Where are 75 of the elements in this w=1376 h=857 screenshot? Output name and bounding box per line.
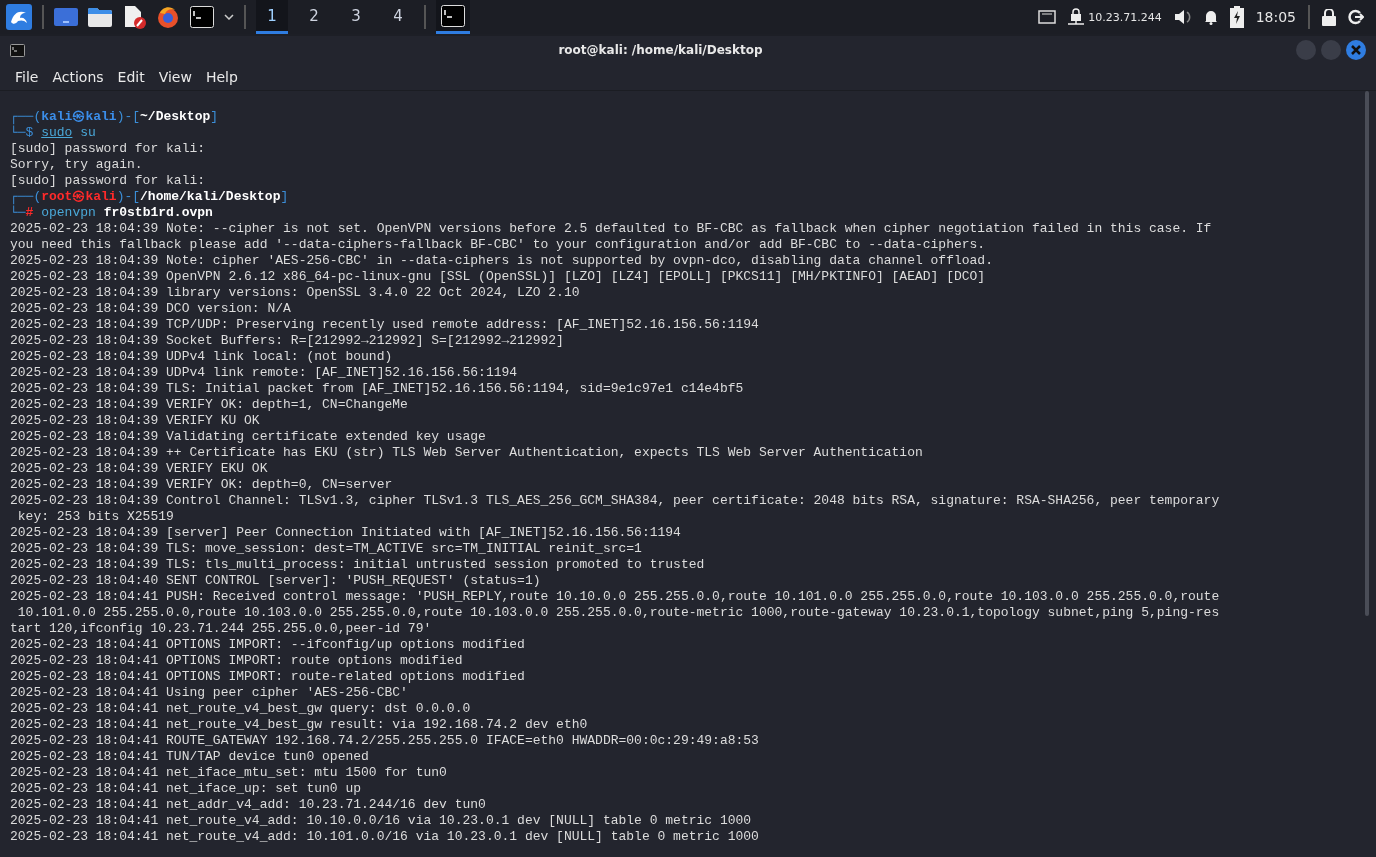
terminal-line: 2025-02-23 18:04:39 ++ Certificate has EKU (str) TLS Web Server Authentication, expects TLS Web Server Authentication <box>10 445 924 461</box>
terminal-line: 2025-02-23 18:04:39 UDPv4 link remote: [AF_INET]52.16.156.56:1194 <box>10 365 519 381</box>
terminal-line: tart 120,ifconfig 10.23.71.244 255.255.0.0,peer-id 79' <box>10 621 433 637</box>
terminal-line: 2025-02-23 18:04:41 OPTIONS IMPORT: route-related options modified <box>10 669 526 685</box>
menu-item[interactable]: Actions <box>45 69 111 85</box>
terminal-line: [sudo] password for kali: <box>10 141 207 157</box>
terminal-line: 10.101.0.0 255.255.0.0,route 10.103.0.0 255.255.0.0,route 10.103.0.0 255.255.0.0,route-metric 1000,route-gateway 10.23.0.1,topology subnet,ping 5,ping-res <box>16 605 1221 621</box>
terminal-line: 2025-02-23 18:04:40 SENT CONTROL [server]: 'PUSH_REQUEST' (status=1) <box>10 573 542 589</box>
terminal-line: 2025-02-23 18:04:41 net_addr_v4_add: 10.23.71.244/16 dev tun0 <box>10 797 487 813</box>
text-editor-icon[interactable] <box>122 5 146 29</box>
terminal-line: 2025-02-23 18:04:39 TCP/UDP: Preserving recently used remote address: [AF_INET]52.16.156.56:1194 <box>10 317 760 333</box>
terminal-line: 2025-02-23 18:04:41 TUN/TAP device tun0 opened <box>10 749 370 765</box>
terminal-line: 2025-02-23 18:04:39 Note: cipher 'AES-256-CBC' in --data-ciphers is not supported by ovpn-dco, disabling data channel offload. <box>10 253 994 269</box>
speaker-icon[interactable] <box>1173 9 1192 25</box>
terminal-line: 2025-02-23 18:04:39 library versions: OpenSSL 3.4.0 22 Oct 2024, LZO 2.10 <box>10 285 581 301</box>
terminal-line: 2025-02-23 18:04:39 [server] Peer Connection Initiated with [AF_INET]52.16.156.56:1194 <box>10 525 682 541</box>
close-button[interactable] <box>1346 40 1366 60</box>
terminal-line: 2025-02-23 18:04:41 net_iface_up: set tun0 up <box>10 781 363 797</box>
terminal-line: Sorry, try again. <box>10 157 144 173</box>
terminal-line: 2025-02-23 18:04:39 VERIFY KU OK <box>10 413 261 429</box>
terminal-line: 2025-02-23 18:04:41 net_route_v4_best_gw result: via 192.168.74.2 dev eth0 <box>10 717 589 733</box>
terminal-line: 2025-02-23 18:04:39 Socket Buffers: R=[212992→212992] S=[212992→212992] <box>10 333 565 349</box>
desktop-icon[interactable] <box>54 8 78 26</box>
workspace-button[interactable]: 2 <box>298 0 330 34</box>
menu-item[interactable]: File <box>8 69 46 85</box>
menu-item[interactable]: Help <box>198 69 245 85</box>
lock-icon[interactable] <box>1322 8 1336 26</box>
terminal-line: you need this fallback please add '--data-ciphers-fallback BF-CBC' to your configuration and/or add BF-CBC to --data-ciphers. <box>10 237 987 253</box>
prompt-line: ┌──(kali㉿kali)-[~/Desktop] <box>10 109 220 125</box>
terminal-task-button[interactable] <box>436 0 470 34</box>
network-port-icon[interactable] <box>1038 10 1057 24</box>
terminal-line: 2025-02-23 18:04:39 Note: --cipher is not set. OpenVPN versions before 2.5 defaulted to BF-CBC as fallback when cipher negotiation failed in this case. If <box>10 221 1213 237</box>
browser-icon[interactable] <box>156 5 180 29</box>
workspace-button[interactable]: 1 <box>256 0 288 34</box>
network-lock-icon[interactable] <box>1068 8 1085 26</box>
workspace-button[interactable]: 4 <box>382 0 414 34</box>
terminal-line: 2025-02-23 18:04:39 VERIFY OK: depth=0, CN=server <box>10 477 394 493</box>
terminal-icon <box>10 43 25 57</box>
terminal-line: key: 253 bits X25519 <box>16 509 175 525</box>
terminal-line: 2025-02-23 18:04:41 OPTIONS IMPORT: --ifconfig/up options modified <box>10 637 526 653</box>
terminal-line: 2025-02-23 18:04:41 net_route_v4_best_gw query: dst 0.0.0.0 <box>10 701 472 717</box>
workspace-button[interactable]: 3 <box>340 0 372 34</box>
battery-charging-icon[interactable] <box>1229 6 1244 28</box>
prompt-line: └─# openvpn fr0stb1rd.ovpn <box>10 205 214 221</box>
terminal-icon[interactable] <box>190 6 214 28</box>
window-title: root@kali: /home/kali/Desktop <box>557 43 764 57</box>
menu-item[interactable]: Edit <box>110 69 152 85</box>
terminal-line: 2025-02-23 18:04:39 Control Channel: TLSv1.3, cipher TLSv1.3 TLS_AES_256_GCM_SHA384, peer certificate: 2048 bits RSA, signature: RSA-SHA256, peer temporary <box>10 493 1221 509</box>
network-address: 10.23.71.244 <box>1088 10 1162 24</box>
terminal-line: 2025-02-23 18:04:39 VERIFY EKU OK <box>10 461 269 477</box>
clock[interactable]: 18:05 <box>1255 9 1296 25</box>
terminal-line: 2025-02-23 18:04:41 net_route_v4_add: 10.10.0.0/16 via 10.23.0.1 dev [NULL] table 0 metric 1000 <box>10 813 753 829</box>
prompt-line: └─$ sudo su <box>10 125 97 141</box>
terminal-line: 2025-02-23 18:04:41 PUSH: Received control message: 'PUSH_REPLY,route 10.10.0.0 255.255.0.0,route 10.101.0.0 255.255.0.0,route 10.103.0.0 255.255.0.0,route <box>10 589 1221 605</box>
terminal-line: 2025-02-23 18:04:39 OpenVPN 2.6.12 x86_64-pc-linux-gnu [SSL (OpenSSL)] [LZO] [LZ4] [EPOLL] [PKCS11] [MH/PKTINFO] [AEAD] [DCO] <box>10 269 987 285</box>
terminal-line: 2025-02-23 18:04:41 OPTIONS IMPORT: route options modified <box>10 653 464 669</box>
terminal-line: 2025-02-23 18:04:41 ROUTE_GATEWAY 192.168.74.2/255.255.255.0 IFACE=eth0 HWADDR=00:0c:29:49:a8:53 <box>10 733 760 749</box>
prompt-line: ┌──(root㉿kali)-[/home/kali/Desktop] <box>10 189 290 205</box>
terminal-line: 2025-02-23 18:04:39 TLS: move_session: dest=TM_ACTIVE src=TM_INITIAL reinit_src=1 <box>10 541 643 557</box>
terminal-line: 2025-02-23 18:04:41 net_route_v4_add: 10.101.0.0/16 via 10.23.0.1 dev [NULL] table 0 metric 1000 <box>10 829 760 845</box>
terminal-line: 2025-02-23 18:04:39 Validating certificate extended key usage <box>10 429 487 445</box>
dragon-logo-icon[interactable] <box>6 4 32 30</box>
terminal-line: 2025-02-23 18:04:39 VERIFY OK: depth=1, CN=ChangeMe <box>10 397 409 413</box>
logout-icon[interactable] <box>1348 9 1364 25</box>
terminal-line: 2025-02-23 18:04:39 TLS: Initial packet from [AF_INET]52.16.156.56:1194, sid=9e1c97e1 c14e4bf5 <box>10 381 745 397</box>
menu-item[interactable]: View <box>151 69 199 85</box>
folder-icon[interactable] <box>88 7 112 27</box>
terminal-line: 2025-02-23 18:04:39 TLS: tls_multi_process: initial untrusted session promoted to trusted <box>10 557 706 573</box>
terminal-line: [sudo] password for kali: <box>10 173 207 189</box>
terminal-line: 2025-02-23 18:04:39 DCO version: N/A <box>10 301 292 317</box>
terminal-line: 2025-02-23 18:04:41 Using peer cipher 'AES-256-CBC' <box>10 685 409 701</box>
chevron-down-icon[interactable] <box>224 14 234 20</box>
terminal-line: 2025-02-23 18:04:39 UDPv4 link local: (not bound) <box>10 349 394 365</box>
terminal-line: 2025-02-23 18:04:41 net_iface_mtu_set: mtu 1500 for tun0 <box>10 765 448 781</box>
bell-icon[interactable] <box>1203 9 1218 25</box>
